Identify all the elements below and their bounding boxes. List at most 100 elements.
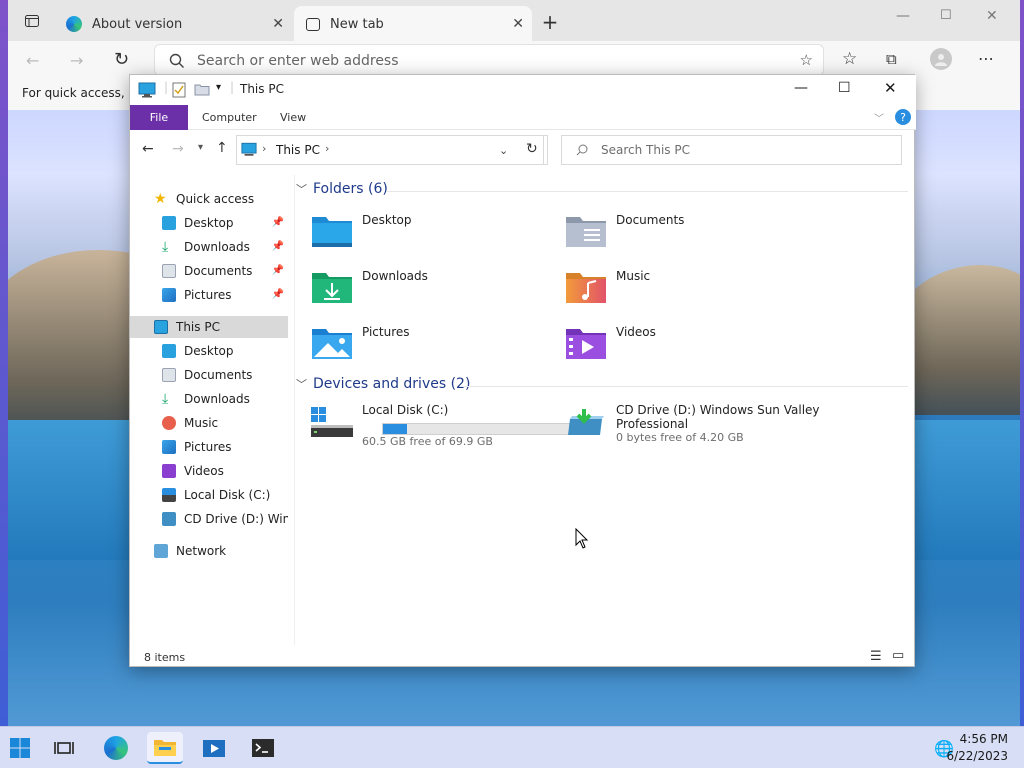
folder-desktop[interactable]: Desktop <box>310 213 412 249</box>
search-icon <box>169 53 184 68</box>
forward-icon[interactable]: → <box>70 51 83 70</box>
taskbar-terminal[interactable] <box>245 732 281 764</box>
devices-section-header[interactable]: ﹀ Devices and drives (2) <box>296 376 470 392</box>
minimize-browser-icon[interactable]: — <box>896 8 910 24</box>
close-tab-icon[interactable]: ✕ <box>512 16 524 32</box>
nav-pc-videos[interactable]: Videos <box>130 460 288 482</box>
details-view-icon[interactable]: ☰ <box>870 649 882 664</box>
nav-quick-access[interactable]: ★ Quick access <box>130 188 288 210</box>
desktop-folder-icon <box>310 213 354 249</box>
forward-icon[interactable]: → <box>172 141 184 157</box>
download-icon: ⤓ <box>162 239 169 255</box>
maximize-explorer-icon[interactable]: ☐ <box>838 80 851 96</box>
tab-about-version[interactable]: About version ✕ <box>54 6 292 42</box>
drive-usage-fill <box>383 424 408 434</box>
back-icon[interactable]: ← <box>142 141 154 157</box>
nav-quick-desktop[interactable]: Desktop 📌 <box>130 212 288 234</box>
content-area: ﹀ Folders (6) Desktop Documents Downloads <box>290 175 916 645</box>
this-pc-icon <box>138 82 156 98</box>
nav-pc-local-disk[interactable]: Local Disk (C:) <box>130 484 288 506</box>
tab-file[interactable]: File <box>130 105 188 130</box>
taskbar: 🌐 4:56 PM 6/22/2023 <box>0 726 1024 768</box>
nav-this-pc[interactable]: This PC <box>130 316 288 338</box>
folder-downloads[interactable]: Downloads <box>310 269 428 305</box>
nav-pc-pictures[interactable]: Pictures <box>130 436 288 458</box>
search-box[interactable]: Search This PC <box>561 135 902 165</box>
breadcrumb-this-pc[interactable]: This PC <box>276 143 320 157</box>
tab-new-tab[interactable]: New tab ✕ <box>294 6 532 42</box>
folders-section-header[interactable]: ﹀ Folders (6) <box>296 181 388 197</box>
add-favorite-icon[interactable]: ☆ <box>800 51 813 69</box>
clock-time: 4:56 PM <box>959 732 1008 746</box>
download-icon: ⤓ <box>162 391 169 407</box>
new-folder-icon[interactable] <box>194 83 210 96</box>
taskbar-file-explorer[interactable] <box>147 732 183 764</box>
nav-quick-documents[interactable]: Documents 📌 <box>130 260 288 282</box>
nav-quick-downloads[interactable]: ⤓ Downloads 📌 <box>130 236 288 258</box>
documents-icon <box>162 368 176 382</box>
star-icon: ★ <box>154 191 167 207</box>
terminal-icon <box>252 739 274 757</box>
browser-tab-bar: About version ✕ New tab ✕ + — ☐ ✕ <box>8 0 1020 42</box>
nav-network[interactable]: Network <box>130 540 288 562</box>
nav-pc-cd-drive[interactable]: CD Drive (D:) Windo <box>130 508 288 530</box>
recent-locations-icon[interactable]: ▾ <box>198 142 203 153</box>
profile-avatar-icon[interactable] <box>930 48 952 70</box>
pictures-icon <box>162 288 176 302</box>
task-view-button[interactable] <box>46 732 82 764</box>
refresh-icon[interactable]: ↻ <box>114 49 129 70</box>
new-tab-button[interactable]: + <box>540 10 560 34</box>
tab-computer[interactable]: Computer <box>188 105 271 130</box>
folder-pictures[interactable]: Pictures <box>310 325 410 361</box>
nav-pc-downloads[interactable]: ⤓ Downloads <box>130 388 288 410</box>
help-icon[interactable]: ? <box>895 109 911 125</box>
folder-music[interactable]: Music <box>564 269 650 305</box>
network-icon <box>154 544 168 558</box>
item-count: 8 items <box>144 651 186 664</box>
refresh-button[interactable]: ↻ <box>518 135 548 165</box>
close-browser-icon[interactable]: ✕ <box>986 8 998 24</box>
tab-view[interactable]: View <box>266 105 320 130</box>
minimize-explorer-icon[interactable]: — <box>794 80 808 96</box>
more-options-icon[interactable]: ⋯ <box>978 49 994 68</box>
address-dropdown-icon[interactable]: ⌄ <box>499 144 508 157</box>
expand-ribbon-icon[interactable]: ﹀ <box>874 110 884 125</box>
properties-icon[interactable] <box>172 82 186 98</box>
drive-local-disk-c[interactable]: Local Disk (C:) 60.5 GB free of 69.9 GB <box>310 403 572 449</box>
edge-icon <box>104 736 128 760</box>
back-icon[interactable]: ← <box>26 51 39 70</box>
address-bar[interactable]: Search or enter web address ☆ <box>154 44 824 76</box>
system-clock[interactable]: 4:56 PM 6/22/2023 <box>946 731 1008 765</box>
this-pc-icon <box>154 320 168 334</box>
nav-quick-pictures[interactable]: Pictures 📌 <box>130 284 288 306</box>
taskbar-media-player[interactable] <box>196 732 232 764</box>
close-explorer-icon[interactable]: ✕ <box>884 79 897 97</box>
close-tab-icon[interactable]: ✕ <box>272 16 284 32</box>
drive-name-line2: Professional <box>616 417 689 431</box>
collections-icon[interactable]: ⧉ <box>886 50 897 68</box>
customize-toolbar-icon[interactable]: ▾ <box>216 82 221 93</box>
clock-date: 6/22/2023 <box>946 749 1008 763</box>
folder-videos[interactable]: Videos <box>564 325 656 361</box>
drive-cd-d[interactable]: CD Drive (D:) Windows Sun Valley Profess… <box>564 403 820 444</box>
maximize-browser-icon[interactable]: ☐ <box>940 8 952 23</box>
tab-actions-icon[interactable] <box>22 12 42 30</box>
hard-drive-icon <box>310 403 354 439</box>
drive-icon <box>162 488 176 502</box>
downloads-folder-icon <box>310 269 354 305</box>
music-folder-icon <box>564 269 608 305</box>
nav-pc-documents[interactable]: Documents <box>130 364 288 386</box>
large-icons-view-icon[interactable]: ▭ <box>892 648 904 663</box>
nav-pc-desktop[interactable]: Desktop <box>130 340 288 362</box>
media-player-icon <box>203 740 225 757</box>
taskbar-edge[interactable] <box>98 732 134 764</box>
start-button[interactable] <box>2 732 38 764</box>
drive-free-space: 0 bytes free of 4.20 GB <box>616 431 744 444</box>
folder-documents[interactable]: Documents <box>564 213 684 249</box>
up-icon[interactable]: ↑ <box>216 140 228 156</box>
favorites-icon[interactable]: ☆ <box>842 49 857 69</box>
this-pc-icon <box>241 142 257 156</box>
breadcrumb[interactable]: › This PC › ⌄ <box>236 135 544 165</box>
nav-pc-music[interactable]: Music <box>130 412 288 434</box>
refresh-icon: ↻ <box>526 141 538 157</box>
